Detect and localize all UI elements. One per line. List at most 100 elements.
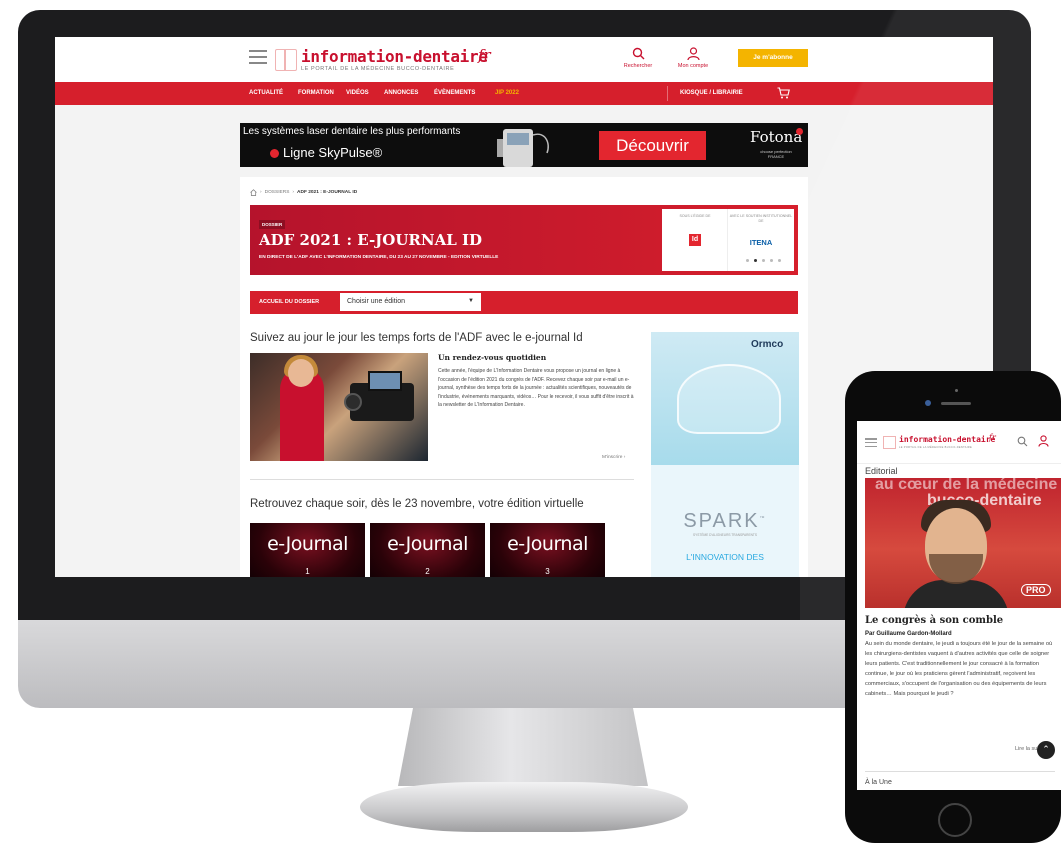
account-label: Mon compte bbox=[677, 63, 709, 69]
partner-egide: SOUS L'ÉGIDE DE Id bbox=[662, 209, 728, 271]
spark-logo: SPARK™ bbox=[651, 510, 799, 533]
phone-device: information-dentaire fr LE PORTAIL DE LA… bbox=[845, 371, 1061, 843]
menu-icon[interactable] bbox=[865, 438, 877, 447]
ejournal-number: 1 bbox=[305, 567, 310, 576]
imac-stand-neck bbox=[398, 708, 648, 786]
phone-screen: information-dentaire fr LE PORTAIL DE LA… bbox=[857, 421, 1061, 790]
nav-item-jip[interactable]: JIP 2022 bbox=[495, 90, 519, 96]
carousel-dot[interactable] bbox=[778, 259, 781, 262]
main-nav: ACTUALITÉ FORMATION VIDÉOS ANNONCES ÉVÈN… bbox=[55, 82, 993, 105]
partners-box: SOUS L'ÉGIDE DE Id AVEC LE SOUTIEN INSTI… bbox=[662, 209, 794, 271]
ejournal-card[interactable]: e-Journal 3 bbox=[490, 523, 605, 577]
author-shoulders bbox=[903, 580, 1009, 608]
laser-device-icon bbox=[497, 129, 549, 167]
article-image[interactable] bbox=[250, 353, 428, 461]
carousel-dot[interactable] bbox=[762, 259, 765, 262]
phone-header: information-dentaire fr LE PORTAIL DE LA… bbox=[857, 421, 1061, 464]
phone-tagline: LE PORTAIL DE LA MÉDECINE BUCCO-DENTAIRE bbox=[899, 446, 973, 449]
nav-item-kiosque[interactable]: KIOSQUE / LIBRAIRIE bbox=[680, 90, 743, 96]
phone-logo-suffix: fr bbox=[989, 433, 996, 442]
dossier-hero: DOSSIER ADF 2021 : E-JOURNAL ID EN DIREC… bbox=[250, 205, 798, 275]
editorial-photo[interactable]: au cœur de la médecine bucco-dentaire PR… bbox=[865, 478, 1061, 608]
scroll-top-icon[interactable]: ⌃ bbox=[1037, 741, 1055, 759]
carousel-dots[interactable] bbox=[746, 259, 781, 262]
caret-down-icon: ▼ bbox=[468, 298, 474, 304]
brand-country: FRANCE bbox=[767, 154, 785, 159]
article-headline[interactable]: Un rendez-vous quotidien bbox=[438, 353, 546, 362]
section-title-retrouvez: Retrouvez chaque soir, dès le 23 novembr… bbox=[250, 498, 584, 510]
banner-headline: Les systèmes laser dentaire les plus per… bbox=[243, 126, 461, 137]
logo-mark-icon[interactable] bbox=[275, 49, 297, 71]
ad-sidebar-ormco[interactable]: Ormco SPARK™ SYSTÈME D'ALIGNEURS TRANSPA… bbox=[651, 332, 799, 577]
aligner-icon bbox=[677, 364, 781, 434]
menu-icon[interactable] bbox=[249, 50, 267, 64]
carousel-dot-active[interactable] bbox=[754, 259, 757, 262]
device-mockup: information-dentaire fr LE PORTAIL DE LA… bbox=[0, 0, 1061, 843]
id-logo-icon[interactable]: Id bbox=[689, 234, 701, 246]
brand-dot-icon bbox=[796, 128, 803, 135]
editorial-title[interactable]: Le congrès à son comble bbox=[865, 615, 1003, 626]
ormco-logo: Ormco bbox=[751, 339, 784, 350]
user-icon[interactable] bbox=[1038, 435, 1049, 447]
site-header: information-dentaire fr LE PORTAIL DE LA… bbox=[55, 37, 993, 82]
breadcrumb-dossiers[interactable]: DOSSIERS bbox=[265, 190, 290, 195]
dossier-tag: DOSSIER bbox=[259, 220, 286, 229]
home-icon[interactable] bbox=[250, 189, 257, 196]
ejournal-card[interactable]: e-Journal 1 bbox=[250, 523, 365, 577]
camera-screen bbox=[368, 371, 402, 391]
nav-item-annonces[interactable]: ANNONCES bbox=[384, 90, 418, 96]
edition-select-value: Choisir une édition bbox=[347, 298, 405, 305]
presenter-head bbox=[288, 359, 314, 387]
main-content: › DOSSIERS › ADF 2021 : E-JOURNAL ID DOS… bbox=[240, 177, 808, 577]
banner-cta-button[interactable]: Découvrir bbox=[599, 131, 706, 160]
home-button[interactable] bbox=[938, 803, 972, 837]
article-body: Cette année, l'équipe de L'Information D… bbox=[438, 368, 634, 409]
nav-item-actualite[interactable]: ACTUALITÉ bbox=[249, 90, 283, 96]
nav-item-videos[interactable]: VIDÉOS bbox=[346, 90, 369, 96]
logo-mark-icon[interactable] bbox=[883, 436, 896, 449]
search-label: Rechercher bbox=[623, 63, 653, 69]
carousel-dot[interactable] bbox=[770, 259, 773, 262]
spark-subtitle: SYSTÈME D'ALIGNEURS TRANSPARENTS bbox=[693, 533, 757, 537]
phone-next-section: À la Une bbox=[865, 779, 892, 786]
ejournal-card[interactable]: e-Journal 2 bbox=[370, 523, 485, 577]
spark-tagline: L'INNOVATION DES bbox=[686, 552, 764, 562]
nav-item-formation[interactable]: FORMATION bbox=[298, 90, 334, 96]
dossier-home-link[interactable]: ACCUEIL DU DOSSIER bbox=[259, 299, 319, 305]
ejournal-number: 2 bbox=[425, 567, 430, 576]
dossier-toolbar: ACCUEIL DU DOSSIER Choisir une édition ▼ bbox=[250, 291, 798, 314]
dossier-subtitle: EN DIRECT DE L'ADF AVEC L'INFORMATION DE… bbox=[259, 255, 499, 260]
phone-camera-icon bbox=[925, 400, 931, 406]
search-icon[interactable] bbox=[1017, 436, 1028, 447]
itena-logo[interactable]: ITENA bbox=[728, 238, 794, 247]
editorial-body: Au sein du monde dentaire, le jeudi a to… bbox=[865, 641, 1053, 697]
banner-bullet-icon bbox=[270, 149, 279, 158]
soutien-label: AVEC LE SOUTIEN INSTITUTIONNEL DE bbox=[729, 214, 793, 223]
dossier-title: ADF 2021 : E-JOURNAL ID bbox=[259, 231, 483, 249]
phone-logo[interactable]: information-dentaire bbox=[899, 435, 995, 444]
cart-icon[interactable] bbox=[777, 87, 790, 99]
subscribe-link[interactable]: M'inscrire › bbox=[602, 455, 625, 460]
subscribe-button[interactable]: Je m'abonne bbox=[738, 49, 808, 67]
banner-product: Ligne SkyPulse® bbox=[283, 145, 383, 160]
banner-brand-logo: Fotona bbox=[750, 128, 803, 146]
phone-sensor bbox=[955, 389, 958, 392]
site-logo[interactable]: information-dentaire bbox=[301, 47, 488, 66]
phone-section-title: Editorial bbox=[865, 466, 898, 476]
search-button[interactable]: Rechercher bbox=[612, 47, 664, 69]
account-button[interactable]: Mon compte bbox=[667, 47, 719, 69]
edition-select[interactable]: Choisir une édition ▼ bbox=[340, 293, 481, 311]
site-tagline: LE PORTAIL DE LA MÉDECINE BUCCO-DENTAIRE bbox=[301, 66, 455, 72]
breadcrumb-sep-icon: › bbox=[292, 190, 295, 195]
divider bbox=[865, 771, 1055, 772]
ad-banner-fotona[interactable]: Les systèmes laser dentaire les plus per… bbox=[240, 123, 808, 167]
carousel-dot[interactable] bbox=[746, 259, 749, 262]
imac-stand-foot bbox=[360, 782, 688, 832]
ejournal-title: e-Journal bbox=[267, 533, 348, 555]
breadcrumb-sep-icon: › bbox=[260, 190, 262, 195]
camera-lens bbox=[344, 393, 362, 411]
breadcrumb: › DOSSIERS › ADF 2021 : E-JOURNAL ID bbox=[250, 189, 357, 196]
nav-item-evenements[interactable]: ÉVÈNEMENTS bbox=[434, 90, 475, 96]
editorial-author: Par Guillaume Gardon-Mollard bbox=[865, 631, 952, 637]
ejournal-title: e-Journal bbox=[507, 533, 588, 555]
